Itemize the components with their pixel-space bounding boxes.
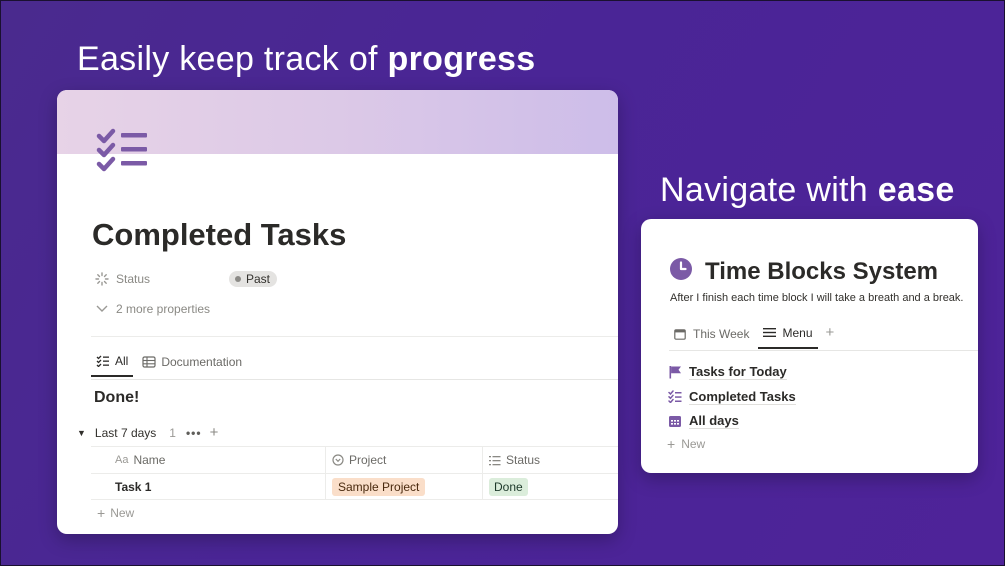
menu-item-label: All days <box>689 413 739 430</box>
view-tabs: All Documentation <box>91 354 251 377</box>
new-label: New <box>681 436 706 451</box>
column-label: Project <box>349 453 387 467</box>
group-label: Last 7 days <box>94 425 157 440</box>
status-property[interactable]: Status Past <box>95 271 278 287</box>
status-tag[interactable]: Done <box>489 477 528 496</box>
tabs-divider <box>669 350 978 351</box>
loading-icon <box>95 272 109 286</box>
headline-text: Easily keep track of <box>77 40 388 78</box>
view-tabs: This Week Menu + <box>669 325 835 349</box>
tab-label: All <box>115 354 129 368</box>
cell-name[interactable]: Task 1 <box>91 474 326 499</box>
headline-progress: Easily keep track of progress <box>77 40 535 79</box>
more-properties-label: 2 more properties <box>116 302 211 316</box>
divider <box>91 336 618 337</box>
page-header: Time Blocks System <box>669 257 938 286</box>
checklist-icon <box>667 389 682 404</box>
new-row-button[interactable]: + New <box>91 500 618 526</box>
plus-icon: + <box>667 435 676 452</box>
flag-icon <box>667 365 682 380</box>
status-label: Status <box>116 272 151 286</box>
headline-text: Navigate with <box>660 171 878 209</box>
tabs-divider <box>91 379 618 380</box>
triangle-down-icon[interactable]: ▼ <box>77 428 86 438</box>
new-item-button[interactable]: + New <box>667 436 796 452</box>
tab-this-week[interactable]: This Week <box>669 326 754 349</box>
checklist-icon <box>96 355 110 367</box>
clock-icon[interactable] <box>669 257 693 286</box>
more-properties-toggle[interactable]: 2 more properties <box>95 302 210 316</box>
tab-menu[interactable]: Menu <box>758 326 818 349</box>
calendar-icon <box>667 414 682 429</box>
tab-label: Menu <box>782 326 813 340</box>
text-property-icon: Aa <box>115 454 129 466</box>
group-count: 1 <box>169 425 176 440</box>
menu-item-all-days[interactable]: All days <box>667 409 796 434</box>
column-header-status[interactable]: Status <box>483 447 618 473</box>
menu-icon <box>763 327 777 339</box>
plus-icon: + <box>97 505 106 521</box>
column-header-project[interactable]: Project <box>326 447 483 473</box>
project-tag[interactable]: Sample Project <box>332 477 426 496</box>
headline-navigate: Navigate with ease <box>660 171 955 210</box>
new-label: New <box>110 506 135 520</box>
page-title: Time Blocks System <box>705 257 939 285</box>
list-icon <box>489 455 501 466</box>
page-title: Completed Tasks <box>92 217 347 252</box>
menu-list: Tasks for Today Completed Tasks All days… <box>667 360 796 452</box>
table-row[interactable]: Task 1 Sample Project Done <box>91 473 618 500</box>
completed-tasks-page: Completed Tasks Status Past 2 more prope… <box>57 90 618 534</box>
checklist-icon[interactable] <box>95 128 149 174</box>
menu-item-tasks-for-today[interactable]: Tasks for Today <box>667 360 796 385</box>
more-options-icon[interactable]: ••• <box>186 426 202 440</box>
cell-project[interactable]: Sample Project <box>326 474 483 499</box>
chevron-down-icon <box>95 302 109 316</box>
column-label: Status <box>506 453 541 467</box>
time-blocks-page: Time Blocks System After I finish each t… <box>641 219 978 473</box>
cell-status[interactable]: Done <box>483 474 618 499</box>
status-value: Past <box>246 272 271 286</box>
headline-bold: ease <box>877 171 955 209</box>
relation-icon <box>332 454 344 466</box>
status-badge[interactable]: Past <box>229 271 278 287</box>
headline-bold: progress <box>387 40 536 78</box>
column-header-name[interactable]: Aa Name <box>91 447 326 473</box>
task-name[interactable]: Task 1 <box>115 480 151 494</box>
board-title: Done! <box>94 389 140 406</box>
menu-item-completed-tasks[interactable]: Completed Tasks <box>667 385 796 410</box>
tab-all[interactable]: All <box>91 354 134 377</box>
tab-documentation[interactable]: Documentation <box>137 354 247 377</box>
page-description: After I finish each time block I will ta… <box>670 292 964 304</box>
menu-item-label: Completed Tasks <box>689 388 796 405</box>
table-header: Aa Name Project Status <box>91 446 618 473</box>
tab-label: Documentation <box>161 355 243 369</box>
status-dot <box>235 276 241 282</box>
column-label: Name <box>133 453 166 467</box>
add-icon[interactable]: + <box>210 424 219 441</box>
table-icon <box>142 356 156 368</box>
tab-label: This Week <box>693 327 750 341</box>
tasks-table: Aa Name Project Status Task 1 Sample Pro… <box>91 446 618 526</box>
calendar-icon <box>674 328 688 340</box>
group-header[interactable]: ▼ Last 7 days 1 ••• + <box>77 424 218 441</box>
menu-item-label: Tasks for Today <box>689 364 787 381</box>
add-view-icon[interactable]: + <box>826 325 835 349</box>
